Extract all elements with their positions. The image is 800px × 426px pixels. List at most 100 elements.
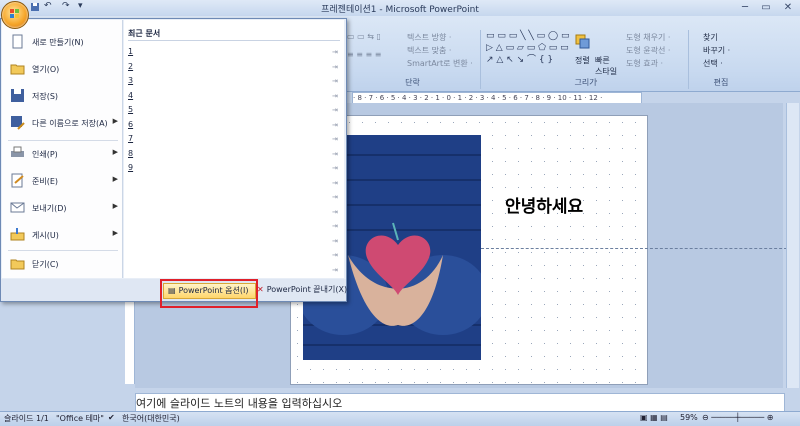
recent-item-number[interactable]: 9 [128, 163, 133, 172]
arrange-icon[interactable] [575, 34, 591, 53]
paragraph-row-2: ≡ ≡ ≡ ≡ [347, 50, 382, 59]
recent-documents-panel: 최근 문서 1 2 3 4 5 6 7 8 9 ⇥ ⇥ ⇥ ⇥ ⇥ ⇥ ⇥ ⇥ … [124, 20, 344, 278]
recent-item-number[interactable]: 5 [128, 105, 133, 114]
status-bar: 슬라이드 1/1 "Office 테마" ✔ 한국어(대한민국) ▣ ▦ ▤ 5… [0, 411, 800, 426]
menu-item-save-as[interactable]: 다른 이름으로 저장(A) ▶ [2, 111, 122, 137]
editing-group-label: 편집 [713, 78, 729, 87]
menu-item-send[interactable]: 보내기(D) ▶ [2, 196, 122, 222]
pin-icon[interactable]: ⇥ [332, 222, 338, 230]
submenu-arrow-icon: ▶ [112, 175, 118, 183]
pin-icon[interactable]: ⇥ [332, 92, 338, 100]
recent-item-number[interactable]: 1 [128, 47, 133, 56]
title-bar: 프레젠테이션1 - Microsoft PowerPoint ↶ ↷ ▾ ─ ▭… [0, 0, 800, 17]
shape-effects-button[interactable]: 도형 효과 · [626, 58, 663, 69]
replace-button[interactable]: 바꾸기 · [703, 45, 730, 56]
menu-separator [8, 250, 118, 251]
zoom-slider[interactable]: ⊖ ─────┼───── ⊕ [702, 413, 773, 422]
notes-pane[interactable]: 여기에 슬라이드 노트의 내용을 입력하십시오 [135, 393, 785, 412]
notes-placeholder: 여기에 슬라이드 노트의 내용을 입력하십시오 [136, 397, 343, 410]
menu-item-close[interactable]: 닫기(C) [2, 252, 122, 278]
minimize-button[interactable]: ─ [735, 1, 755, 14]
menu-item-publish[interactable]: 게시(U) ▶ [2, 223, 122, 249]
options-highlight-box [160, 279, 258, 308]
restore-button[interactable]: ▭ [756, 1, 776, 14]
pin-icon[interactable]: ⇥ [332, 179, 338, 187]
shapes-gallery[interactable]: ▭ ▭ ▭ ╲ ╲ ▭ ◯ ▭ ▷ △ ▭ ▱ ▭ ⬠ ▭ ▭ ↗ △ ↖ ↘ ⌒ … [486, 30, 569, 66]
find-button[interactable]: 찾기 [703, 32, 718, 43]
menu-separator [8, 140, 118, 141]
slide-title-text[interactable]: 안녕하세요 [505, 192, 583, 217]
submenu-arrow-icon: ▶ [112, 117, 118, 125]
undo-icon[interactable]: ↶ [44, 1, 52, 11]
prepare-icon [10, 173, 25, 188]
language-indicator[interactable]: 한국어(대한민국) [122, 413, 180, 424]
save-disk-icon [10, 88, 25, 103]
shape-fill-button[interactable]: 도형 채우기 · [626, 32, 670, 43]
submenu-arrow-icon: ▶ [112, 148, 118, 156]
redo-icon[interactable]: ↷ [62, 1, 70, 11]
pin-icon[interactable]: ⇥ [332, 251, 338, 259]
recent-item-number[interactable]: 7 [128, 134, 133, 143]
paragraph-group-label: 단락 [405, 78, 420, 87]
menu-item-print[interactable]: 인쇄(P) ▶ [2, 142, 122, 168]
text-align-button[interactable]: 텍스트 맞춤 · [407, 45, 451, 56]
recent-item-number[interactable]: 6 [128, 120, 133, 129]
ribbon-group-editing: 찾기 바꾸기 · 선택 · 편집 [691, 30, 751, 89]
menu-item-new[interactable]: 새로 만들기(N) [2, 30, 122, 56]
pin-icon[interactable]: ⇥ [332, 121, 338, 129]
office-menu: 새로 만들기(N) 열기(O) 저장(S) 다른 이름으로 저장(A) ▶ 인쇄… [0, 18, 347, 302]
ribbon-group-drawing: ▭ ▭ ▭ ╲ ╲ ▭ ◯ ▭ ▷ △ ▭ ▱ ▭ ⬠ ▭ ▭ ↗ △ ↖ ↘ ⌒ … [483, 30, 689, 89]
paragraph-row-1: ▭ ▭ ⇆ ▯ [347, 32, 381, 41]
pin-icon[interactable]: ⇥ [332, 208, 338, 216]
menu-item-prepare[interactable]: 준비(E) ▶ [2, 169, 122, 195]
slide-indicator: 슬라이드 1/1 [4, 414, 49, 423]
ribbon-group-paragraph: ▭ ▭ ⇆ ▯ ≡ ≡ ≡ ≡ 텍스트 방향 · 텍스트 맞춤 · SmartA… [345, 30, 481, 89]
exit-x-icon: ✕ [257, 285, 264, 294]
office-button[interactable] [1, 1, 29, 29]
theme-indicator: "Office 테마" [56, 414, 104, 423]
close-button[interactable]: ✕ [778, 1, 798, 14]
pin-icon[interactable]: ⇥ [332, 106, 338, 114]
save-as-icon [10, 115, 25, 130]
recent-documents-divider [128, 40, 340, 41]
recent-item-number[interactable]: 3 [128, 76, 133, 85]
pin-icon[interactable]: ⇥ [332, 135, 338, 143]
menu-item-save[interactable]: 저장(S) [2, 84, 122, 110]
pin-icon[interactable]: ⇥ [332, 266, 338, 274]
recent-item-number[interactable]: 8 [128, 149, 133, 158]
office-menu-commands: 새로 만들기(N) 열기(O) 저장(S) 다른 이름으로 저장(A) ▶ 인쇄… [2, 20, 123, 278]
new-document-icon [10, 34, 25, 49]
qat-customize-icon[interactable]: ▾ [78, 1, 83, 11]
submenu-arrow-icon: ▶ [112, 229, 118, 237]
zoom-level[interactable]: 59% [680, 413, 698, 422]
pin-icon[interactable]: ⇥ [332, 150, 338, 158]
pin-icon[interactable]: ⇥ [332, 77, 338, 85]
slide-guide-line [481, 248, 797, 249]
pin-icon[interactable]: ⇥ [332, 237, 338, 245]
submenu-arrow-icon: ▶ [112, 202, 118, 210]
pin-icon[interactable]: ⇥ [332, 48, 338, 56]
select-button[interactable]: 선택 · [703, 58, 723, 69]
vertical-scrollbar[interactable] [786, 103, 799, 388]
pin-icon[interactable]: ⇥ [332, 164, 338, 172]
pin-icon[interactable]: ⇥ [332, 63, 338, 71]
open-folder-icon [10, 61, 25, 76]
close-folder-icon [10, 256, 25, 271]
view-buttons[interactable]: ▣ ▦ ▤ [640, 413, 668, 422]
smartart-convert-button[interactable]: SmartArt로 변환 · [407, 58, 473, 69]
pin-icon[interactable]: ⇥ [332, 193, 338, 201]
menu-item-open[interactable]: 열기(O) [2, 57, 122, 83]
spellcheck-icon[interactable]: ✔ [108, 413, 115, 422]
publish-icon [10, 227, 25, 242]
text-direction-button[interactable]: 텍스트 방향 · [407, 32, 451, 43]
exit-powerpoint-button[interactable]: ✕ PowerPoint 끝내기(X) [257, 283, 347, 297]
save-icon[interactable] [30, 2, 40, 15]
print-icon [10, 146, 25, 161]
send-icon [10, 200, 25, 215]
drawing-group-label: 그리기 [574, 78, 597, 87]
recent-documents-title: 최근 문서 [128, 29, 161, 38]
shape-outline-button[interactable]: 도형 윤곽선 · [626, 45, 670, 56]
recent-item-number[interactable]: 4 [128, 91, 133, 100]
recent-item-number[interactable]: 2 [128, 62, 133, 71]
arrange-button[interactable]: 정렬 [575, 55, 590, 66]
